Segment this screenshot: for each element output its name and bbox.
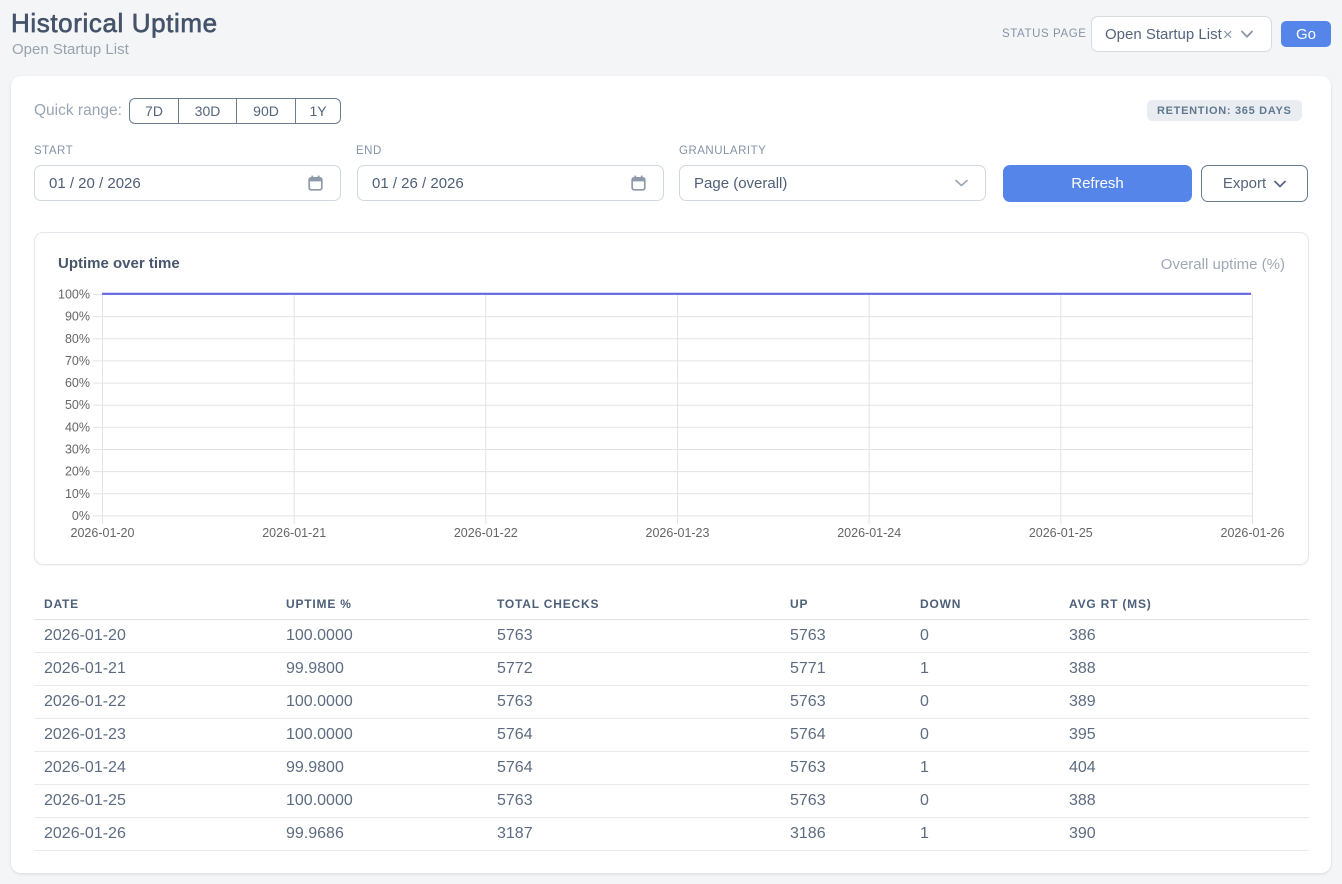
svg-text:80%: 80% [65,332,90,346]
svg-text:2026-01-25: 2026-01-25 [1029,526,1093,540]
svg-text:10%: 10% [65,487,90,501]
svg-text:0%: 0% [72,509,90,523]
svg-text:2026-01-21: 2026-01-21 [262,526,326,540]
svg-text:2026-01-22: 2026-01-22 [454,526,518,540]
svg-text:2026-01-23: 2026-01-23 [646,526,710,540]
svg-text:2026-01-20: 2026-01-20 [71,526,135,540]
svg-text:30%: 30% [65,443,90,457]
svg-text:20%: 20% [65,465,90,479]
svg-text:60%: 60% [65,376,90,390]
svg-text:2026-01-24: 2026-01-24 [837,526,901,540]
svg-text:40%: 40% [65,420,90,434]
svg-text:90%: 90% [65,310,90,324]
svg-text:70%: 70% [65,354,90,368]
svg-text:2026-01-26: 2026-01-26 [1221,526,1285,540]
svg-text:50%: 50% [65,398,90,412]
svg-text:100%: 100% [58,288,90,302]
